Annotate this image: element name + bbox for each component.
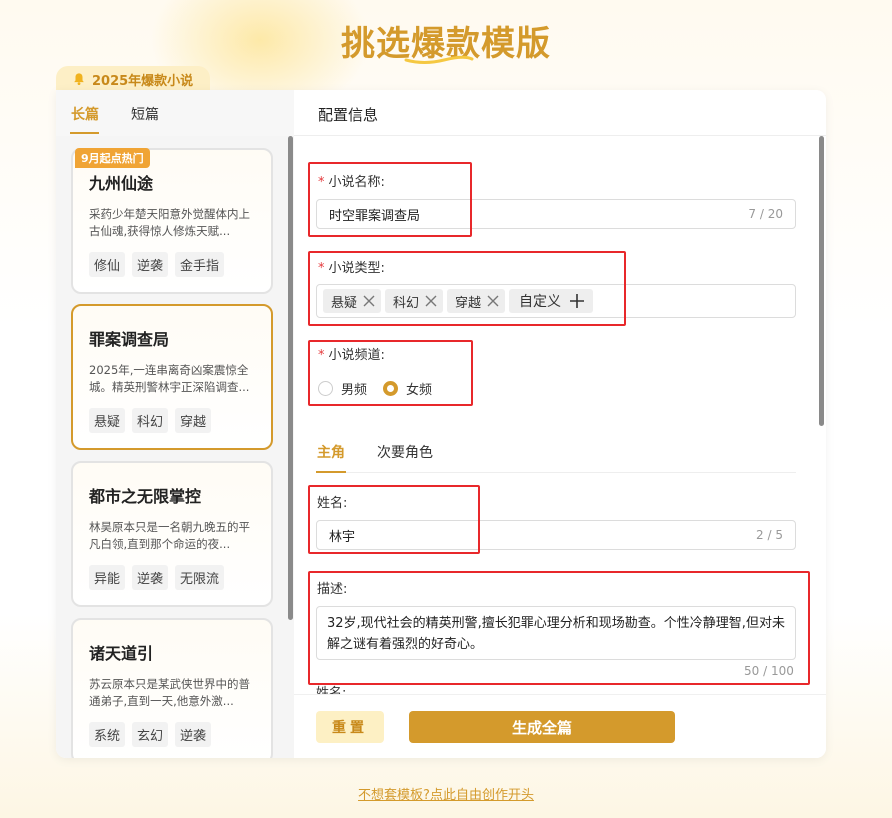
type-chip-label: 科幻 [393,295,420,311]
type-chip: 科幻 [385,289,444,313]
type-chip: 悬疑 [323,289,382,313]
novel-type-label: * 小说类型: [318,257,385,276]
novel-tag: 逆袭 [132,252,169,277]
novel-tag: 无限流 [175,565,225,590]
close-icon[interactable] [361,293,377,309]
plus-icon [570,294,585,308]
radio-female[interactable]: 女频 [383,379,432,398]
next-name-label: 姓名: [316,686,347,694]
novel-tag: 系统 [89,722,126,747]
novel-tag: 金手指 [175,252,225,277]
novel-list-pane: 长篇 短篇 9月起点热门 九州仙途 采药少年楚天阳意外觉醒体内上古仙魂,获得惊人… [56,90,294,758]
protagonist-name-value: 林宇 [329,529,356,545]
novel-tags: 异能 逆袭 无限流 [89,565,257,590]
length-tabs: 长篇 短篇 [56,90,294,136]
close-icon[interactable] [485,293,501,309]
novel-desc: 2025年,一连串离奇凶案震惊全城。精英刑警林宇正深陷调查... [89,363,250,394]
protagonist-desc-label: 描述: [317,582,348,597]
protagonist-desc-textarea[interactable]: 32岁,现代社会的精英刑警,擅长犯罪心理分析和现场勘查。个性冷静理智,但对未解之… [316,606,796,660]
config-pane: 配置信息 * 小说名称: 时空罪案调查局 7 / 20 * 小说类型: 悬疑 科幻 … [294,90,826,758]
novel-type-label-text: 小说类型: [328,261,385,276]
radio-button-checked[interactable] [383,381,399,396]
type-chip: 穿越 [447,289,506,313]
novel-name-input[interactable]: 时空罪案调查局 7 / 20 [316,199,796,229]
close-icon[interactable] [423,293,439,309]
sub-tab-active-indicator [316,471,346,473]
novel-name-count: 7 / 20 [748,207,783,221]
novel-title: 都市之无限掌控 [89,487,202,506]
novel-name-value: 时空罪案调查局 [329,208,421,224]
novel-tags: 系统 玄幻 逆袭 [89,722,257,747]
hot-tab-label: 2025年爆款小说 [92,73,194,89]
tab-long[interactable]: 长篇 [71,104,99,124]
novel-tag: 异能 [89,565,126,590]
novel-title: 诸天道引 [89,644,154,663]
novel-tag: 逆袭 [175,722,212,747]
novel-title: 罪案调查局 [89,330,170,349]
protagonist-name-count: 2 / 5 [756,528,783,542]
novel-tags: 修仙 逆袭 金手指 [89,252,257,277]
radio-male[interactable]: 男频 [318,379,367,398]
novel-tag: 悬疑 [89,408,126,433]
sub-tab-divider [316,472,796,473]
config-header: 配置信息 [294,90,826,136]
radio-label: 男频 [341,383,368,398]
protagonist-desc-count: 50 / 100 [744,664,794,678]
novel-list-scrollbar[interactable] [288,136,293,620]
reset-button[interactable]: 重置 [316,711,384,743]
add-custom-type-button[interactable]: 自定义 [509,289,594,313]
template-panel: 长篇 短篇 9月起点热门 九州仙途 采药少年楚天阳意外觉醒体内上古仙魂,获得惊人… [56,90,826,758]
radio-label: 女频 [406,383,433,398]
novel-type-input[interactable]: 悬疑 科幻 穿越 自定义 [316,284,796,318]
bell-icon [74,73,84,86]
type-chip-label: 穿越 [455,295,482,311]
novel-name-label-text: 小说名称: [328,175,385,190]
config-title: 配置信息 [318,106,379,124]
novel-desc: 苏云原本只是某武侠世界中的普通弟子,直到一天,他意外激... [89,677,250,708]
title-underline-decoration [404,55,474,64]
config-scrollbar[interactable] [819,136,824,426]
custom-type-label: 自定义 [519,294,562,310]
tab-secondary-roles[interactable]: 次要角色 [377,442,433,462]
novel-title: 九州仙途 [89,174,154,193]
required-mark: * [318,348,325,363]
tab-protagonist[interactable]: 主角 [317,442,345,462]
tab-active-indicator [70,132,99,134]
novel-desc: 林昊原本只是一名朝九晚五的平凡白领,直到那个命运的夜... [89,520,250,551]
required-mark: * [318,175,325,190]
novel-tag: 玄幻 [132,722,169,747]
novel-name-label: * 小说名称: [318,171,385,190]
novel-channel-label: * 小说频道: [318,344,385,363]
hot-novels-tab[interactable]: 2025年爆款小说 [56,66,210,92]
required-mark: * [318,261,325,276]
action-footer: 重置 生成全篇 [294,694,826,758]
hot-badge: 9月起点热门 [75,148,150,168]
tab-short[interactable]: 短篇 [131,104,159,124]
novel-card-0[interactable]: 9月起点热门 九州仙途 采药少年楚天阳意外觉醒体内上古仙魂,获得惊人修炼天赋..… [71,148,273,294]
protagonist-name-input[interactable]: 林宇 2 / 5 [316,520,796,550]
novel-tag: 逆袭 [132,565,169,590]
novel-tags: 悬疑 科幻 穿越 [89,408,257,433]
generate-full-button[interactable]: 生成全篇 [409,711,675,743]
novel-tag: 穿越 [175,408,212,433]
novel-card-3[interactable]: 诸天道引 苏云原本只是某武侠世界中的普通弟子,直到一天,他意外激... 系统 玄… [71,618,273,758]
radio-button[interactable] [318,381,333,396]
novel-channel-label-text: 小说频道: [328,348,385,363]
type-chip-label: 悬疑 [331,295,358,311]
free-create-link[interactable]: 不想套模板?点此自由创作开头 [0,784,892,803]
protagonist-name-label: 姓名: [317,496,348,511]
novel-tag: 修仙 [89,252,126,277]
novel-desc: 采药少年楚天阳意外觉醒体内上古仙魂,获得惊人修炼天赋... [89,207,250,238]
novel-tag: 科幻 [132,408,169,433]
channel-radio-group: 男频 女频 [318,379,432,398]
novel-card-1[interactable]: 罪案调查局 2025年,一连串离奇凶案震惊全城。精英刑警林宇正深陷调查... 悬… [71,304,273,450]
novel-card-2[interactable]: 都市之无限掌控 林昊原本只是一名朝九晚五的平凡白领,直到那个命运的夜... 异能… [71,461,273,607]
